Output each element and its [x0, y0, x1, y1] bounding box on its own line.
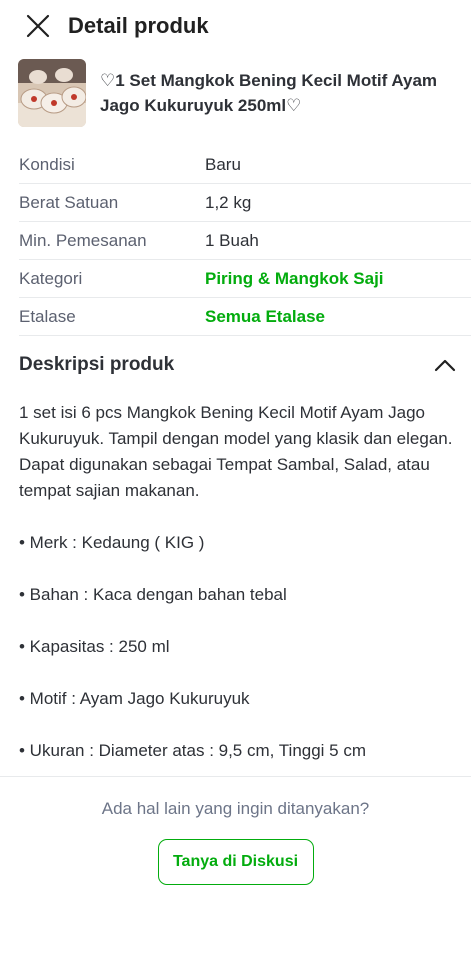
- spec-value: Baru: [205, 154, 241, 174]
- spec-list: Kondisi Baru Berat Satuan 1,2 kg Min. Pe…: [0, 146, 471, 336]
- ask-prompt: Ada hal lain yang ingin ditanyakan?: [101, 799, 370, 818]
- spec-row-min-pemesanan: Min. Pemesanan 1 Buah: [19, 222, 471, 260]
- description-header[interactable]: Deskripsi produk: [0, 336, 471, 394]
- description-bullets: • Merk : Kedaung ( KIG ) • Bahan : Kaca …: [19, 530, 453, 764]
- etalase-link[interactable]: Semua Etalase: [205, 307, 325, 327]
- bullet-bahan: • Bahan : Kaca dengan bahan tebal: [19, 585, 287, 604]
- spec-value: 1 Buah: [205, 230, 259, 250]
- close-icon: [26, 14, 50, 38]
- spec-label: Kategori: [19, 268, 83, 288]
- bullet-ukuran: • Ukuran : Diameter atas : 9,5 cm, Tingg…: [19, 741, 367, 760]
- header: Detail produk: [0, 0, 471, 52]
- chevron-up-icon: [434, 359, 456, 372]
- spec-label: Etalase: [19, 306, 76, 326]
- spec-row-kondisi: Kondisi Baru: [19, 146, 471, 184]
- close-button[interactable]: [24, 12, 52, 40]
- description-paragraph: 1 set isi 6 pcs Mangkok Bening Kecil Mot…: [19, 403, 453, 500]
- spec-row-berat: Berat Satuan 1,2 kg: [19, 184, 471, 222]
- spec-label: Min. Pemesanan: [19, 230, 147, 250]
- product-name: ♡1 Set Mangkok Bening Kecil Motif Ayam J…: [100, 71, 438, 115]
- description-title: Deskripsi produk: [19, 354, 175, 375]
- bullet-kapasitas: • Kapasitas : 250 ml: [19, 637, 170, 656]
- spec-label: Berat Satuan: [19, 192, 119, 212]
- bullet-merk: • Merk : Kedaung ( KIG ): [19, 533, 205, 552]
- category-link[interactable]: Piring & Mangkok Saji: [205, 269, 384, 289]
- spec-row-etalase: Etalase Semua Etalase: [19, 298, 471, 336]
- spec-value: 1,2 kg: [205, 192, 252, 212]
- ask-button-wrap: Tanya di Diskusi: [0, 839, 471, 885]
- product-summary: ♡1 Set Mangkok Bening Kecil Motif Ayam J…: [0, 52, 471, 128]
- spec-row-kategori: Kategori Piring & Mangkok Saji: [19, 260, 471, 298]
- collapse-button[interactable]: [431, 351, 459, 379]
- ask-discussion-button[interactable]: Tanya di Diskusi: [157, 839, 314, 885]
- divider: [0, 776, 471, 777]
- page-title: Detail produk: [68, 13, 209, 38]
- bullet-motif: • Motif : Ayam Jago Kukuruyuk: [19, 689, 250, 708]
- product-thumbnail[interactable]: [18, 59, 86, 127]
- spec-label: Kondisi: [19, 154, 75, 174]
- description-body: 1 set isi 6 pcs Mangkok Bening Kecil Mot…: [0, 400, 471, 764]
